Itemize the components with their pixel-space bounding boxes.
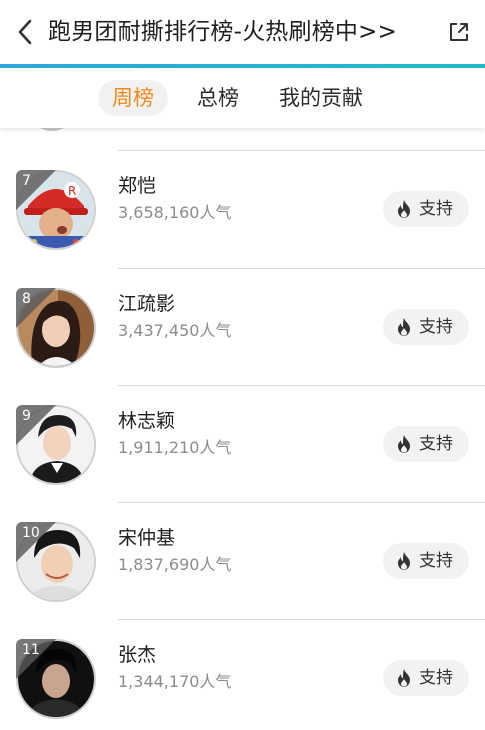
- tab-overall[interactable]: 总榜: [183, 80, 253, 116]
- avatar[interactable]: 10: [16, 522, 96, 602]
- top-bar: 跑男团耐撕排行榜-火热刷榜中>>: [0, 0, 485, 64]
- ranking-row[interactable]: 11 张杰 1,344,170人气 支持: [0, 620, 485, 730]
- rank-number: 7: [22, 173, 31, 189]
- support-label: 支持: [419, 434, 453, 454]
- flame-icon: [398, 318, 410, 336]
- star-name: 张杰: [118, 644, 157, 666]
- ranking-row[interactable]: 9 林志颖 1,911,210人气 支持: [0, 386, 485, 503]
- support-button[interactable]: 支持: [383, 309, 469, 345]
- flame-icon: [398, 669, 410, 687]
- rank-number: 8: [22, 291, 31, 307]
- support-label: 支持: [419, 199, 453, 219]
- avatar[interactable]: 9: [16, 405, 96, 485]
- star-name: 郑恺: [118, 175, 157, 197]
- support-button[interactable]: 支持: [383, 426, 469, 462]
- avatar[interactable]: 11: [16, 639, 96, 719]
- tab-bar: 周榜 总榜 我的贡献: [0, 68, 485, 128]
- star-name: 江疏影: [118, 293, 176, 315]
- rank-number: 11: [22, 642, 40, 658]
- star-name: 林志颖: [118, 410, 176, 432]
- ranking-row[interactable]: R 7 郑恺 3,658,160人气 支持: [0, 151, 485, 268]
- popularity-count: 1,344,170人气: [118, 672, 232, 691]
- support-label: 支持: [419, 668, 453, 688]
- ranking-list[interactable]: R 7 郑恺 3,658,160人气 支持 8 江疏影 3,437,450人气 …: [0, 128, 485, 730]
- support-button[interactable]: 支持: [383, 191, 469, 227]
- support-button[interactable]: 支持: [383, 543, 469, 579]
- flame-icon: [398, 435, 410, 453]
- support-label: 支持: [419, 317, 453, 337]
- chevron-left-icon[interactable]: [14, 18, 38, 46]
- avatar[interactable]: 8: [16, 288, 96, 368]
- flame-icon: [398, 200, 410, 218]
- page-title: 跑男团耐撕排行榜-火热刷榜中>>: [48, 19, 398, 45]
- tab-weekly[interactable]: 周榜: [98, 80, 168, 116]
- star-name: 宋仲基: [118, 527, 176, 549]
- avatar-partial: [26, 128, 78, 131]
- rank-number: 10: [22, 525, 40, 541]
- popularity-count: 1,837,690人气: [118, 555, 232, 574]
- rank-number: 9: [22, 408, 31, 424]
- ranking-row[interactable]: 8 江疏影 3,437,450人气 支持: [0, 269, 485, 386]
- support-button[interactable]: 支持: [383, 660, 469, 696]
- tab-my-contribution[interactable]: 我的贡献: [265, 80, 377, 116]
- avatar[interactable]: R 7: [16, 170, 96, 250]
- ranking-row[interactable]: 10 宋仲基 1,837,690人气 支持: [0, 503, 485, 620]
- share-icon[interactable]: [447, 20, 471, 44]
- popularity-count: 3,437,450人气: [118, 321, 232, 340]
- popularity-count: 1,911,210人气: [118, 438, 232, 457]
- support-label: 支持: [419, 551, 453, 571]
- flame-icon: [398, 552, 410, 570]
- popularity-count: 3,658,160人气: [118, 203, 232, 222]
- svg-text:R: R: [68, 184, 76, 198]
